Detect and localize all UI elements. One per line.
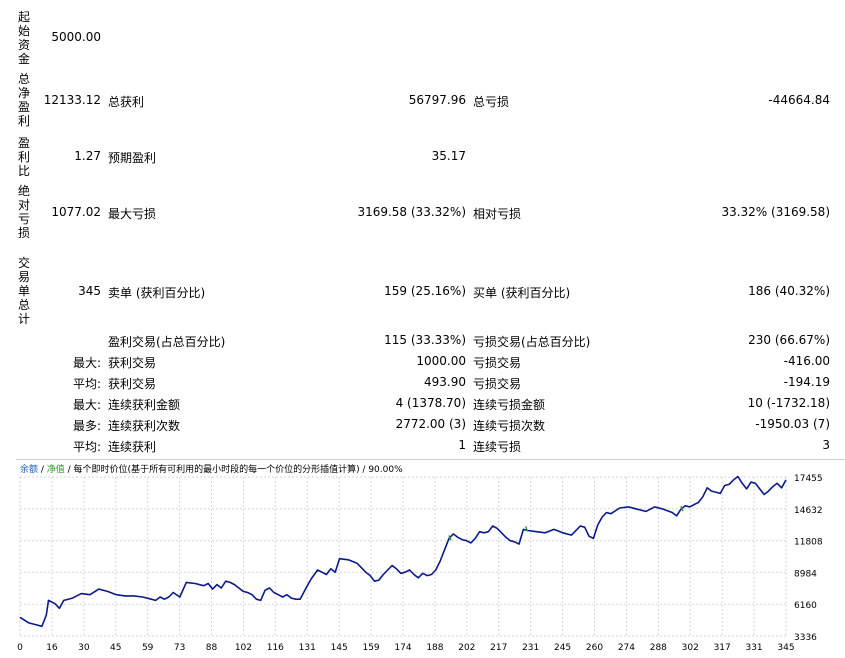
stat-row-label-win: 获利交易 [108, 377, 157, 391]
stat-row-label-win: 连续获利次数 [108, 419, 181, 433]
x-tick-label: 331 [745, 643, 762, 653]
total-trades-value: 345 [78, 284, 101, 298]
stat-row-label-win: 获利交易 [108, 356, 157, 370]
legend-balance: 余额 [20, 465, 39, 475]
x-tick-label: 16 [46, 643, 58, 653]
x-tick-label: 317 [714, 643, 731, 653]
stat-row-value-loss: 10 (-1732.18) [747, 396, 830, 410]
gross-profit-value: 56797.96 [408, 93, 466, 107]
gross-loss-label: 总亏损 [473, 95, 510, 109]
x-tick-label: 217 [490, 643, 507, 653]
stat-row-value-loss: -1950.03 (7) [755, 417, 830, 431]
x-tick-label: 174 [394, 643, 411, 653]
stat-row-label-loss: 连续亏损 [473, 440, 522, 454]
stat-row-label-win: 连续获利 [108, 440, 157, 454]
long-trades-label: 买单 (获利百分比) [473, 286, 571, 300]
x-tick-label: 131 [299, 643, 316, 653]
stat-row-value-loss: -416.00 [783, 354, 830, 368]
y-tick-label: 3336 [794, 633, 817, 643]
x-tick-label: 231 [522, 643, 539, 653]
x-tick-label: 145 [331, 643, 348, 653]
profit-trades-label: 盈利交易(占总百分比) [108, 335, 226, 349]
stat-row-label-loss: 亏损交易 [473, 377, 522, 391]
x-tick-label: 260 [586, 643, 603, 653]
stat-row-label-win: 连续获利金额 [108, 398, 181, 412]
max-drawdown-label: 最大亏损 [108, 207, 157, 221]
x-tick-label: 245 [554, 643, 571, 653]
y-tick-label: 11808 [794, 538, 823, 548]
stat-row-prefix: 最大: [72, 398, 101, 412]
stat-row-prefix: 最多: [72, 419, 101, 433]
short-trades-value: 159 (25.16%) [384, 284, 466, 298]
x-tick-label: 159 [362, 643, 379, 653]
x-tick-label: 88 [206, 643, 218, 653]
stat-row-value-win: 2772.00 (3) [395, 417, 466, 431]
total-trades-label: 交易单总计 [17, 256, 30, 326]
x-tick-label: 288 [650, 643, 667, 653]
balance-chart-svg: 17455 14632 11808 8984 6160 3336 0 16 30 45 59 73 88… [17, 474, 823, 653]
profit-factor-label: 盈利比 [17, 136, 30, 178]
initial-deposit-value: 5000.00 [51, 30, 101, 44]
x-tick-label: 0 [17, 643, 23, 653]
short-trades-label: 卖单 (获利百分比) [108, 286, 206, 300]
relative-drawdown-value: 33.32% (3169.58) [721, 205, 830, 219]
profit-factor-value: 1.27 [74, 149, 101, 163]
y-tick-label: 17455 [794, 474, 823, 484]
chart-legend: 余额 / 净值 / 每个即时价位(基于所有可利用的最小时段的每一个价位的分形插值… [20, 462, 403, 475]
max-drawdown-value: 3169.58 (33.32%) [357, 205, 466, 219]
net-profit-label: 总净盈利 [17, 72, 30, 128]
expected-payoff-label: 预期盈利 [108, 151, 157, 165]
x-tick-label: 202 [458, 643, 475, 653]
stat-row-label-loss: 连续亏损次数 [473, 419, 546, 433]
loss-trades-label: 亏损交易(占总百分比) [473, 335, 591, 349]
stat-row-value-loss: 3 [822, 438, 830, 452]
absolute-drawdown-value: 1077.02 [51, 205, 101, 219]
y-tick-label: 6160 [794, 601, 817, 611]
net-profit-value: 12133.12 [43, 93, 101, 107]
balance-chart: 17455 14632 11808 8984 6160 3336 0 16 30 45 59 73 88… [16, 459, 845, 658]
x-tick-label: 59 [142, 643, 154, 653]
stat-row-label-loss: 连续亏损金额 [473, 398, 546, 412]
y-tick-label: 14632 [794, 506, 823, 516]
stat-row-value-win: 1000.00 [416, 354, 466, 368]
profit-trades-value: 115 (33.33%) [384, 333, 466, 347]
stat-row-label-loss: 亏损交易 [473, 356, 522, 370]
x-tick-label: 274 [618, 643, 635, 653]
x-tick-label: 73 [174, 643, 185, 653]
stat-row-prefix: 平均: [72, 377, 101, 391]
x-tick-label: 188 [426, 643, 443, 653]
x-tick-label: 302 [682, 643, 699, 653]
stat-row-value-loss: -194.19 [783, 375, 830, 389]
gross-loss-value: -44664.84 [768, 93, 830, 107]
expected-payoff-value: 35.17 [431, 149, 466, 163]
stat-row-value-win: 4 (1378.70) [395, 396, 466, 410]
legend-description: / 每个即时价位(基于所有可利用的最小时段的每一个价位的分形插值计算) / 90… [64, 465, 403, 475]
loss-trades-value: 230 (66.67%) [748, 333, 830, 347]
stat-row-value-win: 493.90 [424, 375, 466, 389]
y-tick-label: 8984 [794, 569, 817, 579]
x-tick-label: 102 [235, 643, 252, 653]
x-tick-label: 30 [78, 643, 90, 653]
initial-deposit-label: 起始资金 [17, 10, 30, 66]
absolute-drawdown-label: 绝对亏损 [17, 184, 30, 240]
x-tick-label: 116 [267, 643, 284, 653]
stat-row-value-win: 1 [458, 438, 466, 452]
long-trades-value: 186 (40.32%) [748, 284, 830, 298]
x-tick-label: 345 [777, 643, 794, 653]
x-tick-label: 45 [110, 643, 121, 653]
stat-row-prefix: 平均: [72, 440, 101, 454]
stat-row-prefix: 最大: [72, 356, 101, 370]
legend-equity: 净值 [46, 465, 65, 475]
legend-sep: / [38, 465, 47, 475]
gross-profit-label: 总获利 [108, 95, 145, 109]
relative-drawdown-label: 相对亏损 [473, 207, 522, 221]
